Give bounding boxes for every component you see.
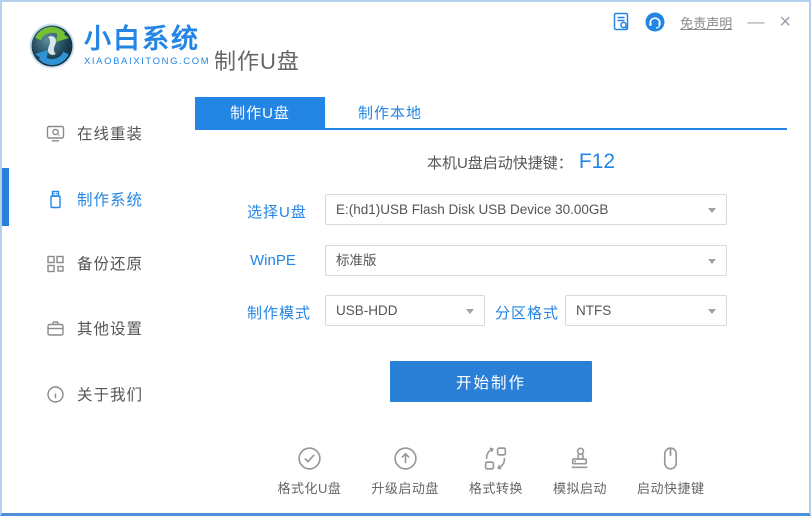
grid-squares-icon bbox=[47, 255, 64, 272]
mouse-icon bbox=[664, 447, 678, 470]
partition-select-value: NTFS bbox=[576, 303, 612, 318]
footer-toolbar: 格式化U盘 升级启动盘 格式转换 模拟启动 启动快捷键 bbox=[195, 445, 787, 497]
stamp-icon bbox=[572, 447, 588, 469]
tool-format-convert[interactable]: 格式转换 bbox=[469, 445, 523, 497]
mode-select-value: USB-HDD bbox=[336, 303, 398, 318]
partition-select[interactable]: NTFS bbox=[565, 295, 727, 326]
sidebar-item-about-us[interactable]: 关于我们 bbox=[2, 379, 187, 409]
close-button[interactable]: × bbox=[779, 12, 791, 32]
arrow-up-circle-icon bbox=[393, 447, 417, 470]
usb-select-value: E:(hd1)USB Flash Disk USB Device 30.00GB bbox=[336, 202, 609, 217]
page-title: 制作U盘 bbox=[214, 49, 300, 74]
headset-icon[interactable] bbox=[645, 12, 665, 32]
sidebar-item-make-system[interactable]: 制作系统 bbox=[2, 184, 187, 214]
tool-simulate-boot[interactable]: 模拟启动 bbox=[553, 445, 607, 497]
tab-underline bbox=[195, 128, 787, 130]
titlebar-actions: 免责声明 — × bbox=[613, 10, 791, 34]
brand-domain: XIAOBAIXITONG.COM bbox=[84, 56, 211, 67]
convert-swap-icon bbox=[485, 447, 507, 470]
tool-upgrade-boot-disk[interactable]: 升级启动盘 bbox=[371, 445, 439, 497]
chevron-down-icon bbox=[708, 208, 716, 213]
minimize-button[interactable]: — bbox=[747, 12, 764, 32]
chevron-down-icon bbox=[708, 259, 716, 264]
tool-label: 格式化U盘 bbox=[277, 481, 342, 496]
info-circle-icon bbox=[47, 385, 64, 403]
disclaimer-link[interactable]: 免责声明 bbox=[680, 13, 732, 32]
app-logo: 小白系统 XIAOBAIXITONG.COM bbox=[28, 22, 210, 70]
chevron-down-icon bbox=[708, 309, 716, 314]
brand-text: 小白系统 XIAOBAIXITONG.COM bbox=[84, 25, 210, 67]
sync-sphere-logo-icon bbox=[29, 23, 75, 69]
tool-label: 格式转换 bbox=[468, 481, 523, 496]
winpe-select-value: 标准版 bbox=[336, 253, 377, 268]
mode-label: 制作模式 bbox=[247, 305, 312, 322]
sidebar-item-label: 其他设置 bbox=[77, 321, 144, 338]
tab-make-local[interactable]: 制作本地 bbox=[325, 97, 455, 128]
tool-label: 模拟启动 bbox=[552, 481, 607, 496]
tool-label: 升级启动盘 bbox=[371, 481, 439, 496]
document-search-icon[interactable] bbox=[613, 12, 630, 32]
sidebar-item-online-reinstall[interactable]: 在线重装 bbox=[2, 118, 187, 148]
tool-format-usb[interactable]: 格式化U盘 bbox=[278, 445, 342, 497]
sidebar-item-label: 在线重装 bbox=[77, 126, 144, 143]
sidebar-item-backup-restore[interactable]: 备份还原 bbox=[2, 248, 187, 278]
check-circle-icon bbox=[298, 447, 321, 470]
boot-hotkey-value: F12 bbox=[578, 150, 615, 173]
sidebar-item-label: 关于我们 bbox=[77, 387, 144, 404]
tool-boot-hotkey[interactable]: 启动快捷键 bbox=[637, 445, 705, 497]
briefcase-icon bbox=[47, 320, 64, 336]
sidebar-item-label: 制作系统 bbox=[77, 192, 144, 209]
usb-select-label: 选择U盘 bbox=[247, 204, 307, 221]
partition-label: 分区格式 bbox=[495, 305, 560, 322]
tab-make-usb[interactable]: 制作U盘 bbox=[195, 97, 325, 128]
winpe-label: WinPE bbox=[250, 252, 296, 269]
sidebar-item-label: 备份还原 bbox=[77, 256, 144, 273]
brand-name: 小白系统 bbox=[84, 24, 200, 54]
start-make-button[interactable]: 开始制作 bbox=[390, 361, 592, 402]
usb-select[interactable]: E:(hd1)USB Flash Disk USB Device 30.00GB bbox=[325, 194, 727, 225]
mode-select[interactable]: USB-HDD bbox=[325, 295, 485, 326]
boot-hotkey-label: 本机U盘启动快捷键： bbox=[426, 155, 573, 172]
app-window: 小白系统 XIAOBAIXITONG.COM 制作U盘 免责声明 — × 在线重… bbox=[0, 0, 811, 516]
monitor-icon bbox=[46, 125, 65, 141]
sidebar-item-other-settings[interactable]: 其他设置 bbox=[2, 313, 187, 343]
boot-hotkey-line: 本机U盘启动快捷键： F12 bbox=[195, 150, 615, 174]
tool-label: 启动快捷键 bbox=[636, 481, 705, 496]
usb-drive-icon bbox=[50, 190, 61, 208]
winpe-select[interactable]: 标准版 bbox=[325, 245, 727, 276]
chevron-down-icon bbox=[466, 309, 474, 314]
